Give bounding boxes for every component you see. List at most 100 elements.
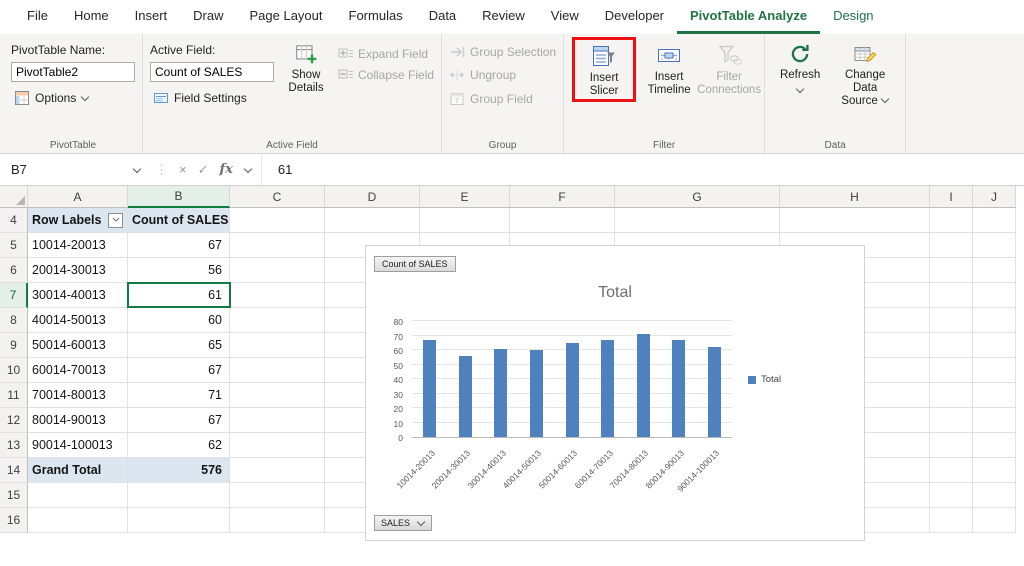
row-header-12[interactable]: 12	[0, 408, 28, 433]
column-header-F[interactable]: F	[510, 186, 615, 208]
field-settings-button[interactable]: Field Settings	[150, 87, 274, 108]
cell-B15[interactable]	[128, 483, 230, 508]
cell-G4[interactable]	[615, 208, 780, 233]
cell-C10[interactable]	[230, 358, 325, 383]
cell-I13[interactable]	[930, 433, 973, 458]
insert-timeline-button[interactable]: Insert Timeline	[641, 39, 697, 98]
cell-C12[interactable]	[230, 408, 325, 433]
row-header-14[interactable]: 14	[0, 458, 28, 483]
cell-B13[interactable]: 62	[128, 433, 230, 458]
cell-B11[interactable]: 71	[128, 383, 230, 408]
tab-design[interactable]: Design	[820, 0, 886, 34]
insert-slicer-button[interactable]: Insert Slicer	[576, 40, 632, 99]
active-field-input[interactable]	[150, 62, 274, 82]
row-header-16[interactable]: 16	[0, 508, 28, 533]
bar-60014-70013[interactable]	[601, 339, 615, 437]
cell-I7[interactable]	[930, 283, 973, 308]
tab-insert[interactable]: Insert	[122, 0, 181, 34]
column-header-H[interactable]: H	[780, 186, 930, 208]
cell-B4[interactable]: Count of SALES	[128, 208, 230, 233]
formula-bar-content[interactable]: 61	[260, 154, 1024, 185]
tab-formulas[interactable]: Formulas	[336, 0, 416, 34]
tab-view[interactable]: View	[538, 0, 592, 34]
pivottable-name-input[interactable]	[11, 62, 135, 82]
cell-A8[interactable]: 40014-50013	[28, 308, 128, 333]
cell-B10[interactable]: 67	[128, 358, 230, 383]
cell-B8[interactable]: 60	[128, 308, 230, 333]
cell-B5[interactable]: 67	[128, 233, 230, 258]
cell-I10[interactable]	[930, 358, 973, 383]
cell-E4[interactable]	[420, 208, 510, 233]
cell-J14[interactable]	[973, 458, 1016, 483]
row-header-4[interactable]: 4	[0, 208, 28, 233]
options-button[interactable]: Options	[11, 87, 135, 108]
filter-connections-button[interactable]: Filter Connections	[697, 39, 761, 98]
row-header-15[interactable]: 15	[0, 483, 28, 508]
cell-A13[interactable]: 90014-100013	[28, 433, 128, 458]
cell-A10[interactable]: 60014-70013	[28, 358, 128, 383]
cell-I14[interactable]	[930, 458, 973, 483]
cell-J8[interactable]	[973, 308, 1016, 333]
cell-A12[interactable]: 80014-90013	[28, 408, 128, 433]
cell-J5[interactable]	[973, 233, 1016, 258]
column-header-G[interactable]: G	[615, 186, 780, 208]
select-all-corner[interactable]	[0, 186, 28, 208]
cell-J11[interactable]	[973, 383, 1016, 408]
bar-70014-80013[interactable]	[636, 334, 650, 437]
cell-J10[interactable]	[973, 358, 1016, 383]
cell-B9[interactable]: 65	[128, 333, 230, 358]
show-details-button[interactable]: Show Details	[278, 39, 334, 96]
cell-J15[interactable]	[973, 483, 1016, 508]
tab-data[interactable]: Data	[416, 0, 469, 34]
cell-B7[interactable]: 61	[128, 283, 230, 308]
column-header-E[interactable]: E	[420, 186, 510, 208]
column-header-C[interactable]: C	[230, 186, 325, 208]
cell-I6[interactable]	[930, 258, 973, 283]
row-header-8[interactable]: 8	[0, 308, 28, 333]
cell-J6[interactable]	[973, 258, 1016, 283]
insert-function-icon[interactable]: fx	[220, 162, 233, 177]
cell-C8[interactable]	[230, 308, 325, 333]
cell-I8[interactable]	[930, 308, 973, 333]
cell-I15[interactable]	[930, 483, 973, 508]
tab-pivottable-analyze[interactable]: PivotTable Analyze	[677, 0, 821, 34]
tab-page-layout[interactable]: Page Layout	[237, 0, 336, 34]
cell-C9[interactable]	[230, 333, 325, 358]
chart-field-button[interactable]: Count of SALES	[374, 256, 456, 272]
cell-I4[interactable]	[930, 208, 973, 233]
bar-80014-90013[interactable]	[672, 339, 686, 437]
cell-C11[interactable]	[230, 383, 325, 408]
row-labels-filter-button[interactable]	[108, 212, 123, 228]
bar-50014-60013[interactable]	[565, 342, 579, 437]
enter-icon[interactable]: ✓	[198, 162, 209, 178]
bar-40014-50013[interactable]	[529, 350, 543, 437]
bar-90014-100013[interactable]	[707, 347, 721, 437]
cell-C7[interactable]	[230, 283, 325, 308]
cell-C15[interactable]	[230, 483, 325, 508]
row-header-10[interactable]: 10	[0, 358, 28, 383]
cell-C5[interactable]	[230, 233, 325, 258]
cell-C4[interactable]	[230, 208, 325, 233]
change-data-source-button[interactable]: Change Data Source	[832, 39, 898, 109]
cell-I11[interactable]	[930, 383, 973, 408]
tab-developer[interactable]: Developer	[592, 0, 677, 34]
cell-A6[interactable]: 20014-30013	[28, 258, 128, 283]
row-header-13[interactable]: 13	[0, 433, 28, 458]
bar-30014-40013[interactable]	[494, 348, 508, 437]
cell-C16[interactable]	[230, 508, 325, 533]
cell-F4[interactable]	[510, 208, 615, 233]
cell-J16[interactable]	[973, 508, 1016, 533]
column-header-B[interactable]: B	[128, 186, 230, 208]
pivot-chart[interactable]: Count of SALES Total 0 10 20 30 40 50 60 70 80 1…	[365, 245, 865, 541]
cell-J7[interactable]	[973, 283, 1016, 308]
formula-bar-splitter[interactable]: ⋮	[150, 162, 173, 178]
column-header-D[interactable]: D	[325, 186, 420, 208]
bar-10014-20013[interactable]	[423, 339, 437, 437]
cell-I9[interactable]	[930, 333, 973, 358]
tab-review[interactable]: Review	[469, 0, 538, 34]
chart-axis-field-button[interactable]: SALES	[374, 515, 433, 531]
cell-J4[interactable]	[973, 208, 1016, 233]
row-header-5[interactable]: 5	[0, 233, 28, 258]
cell-B16[interactable]	[128, 508, 230, 533]
cell-A16[interactable]	[28, 508, 128, 533]
